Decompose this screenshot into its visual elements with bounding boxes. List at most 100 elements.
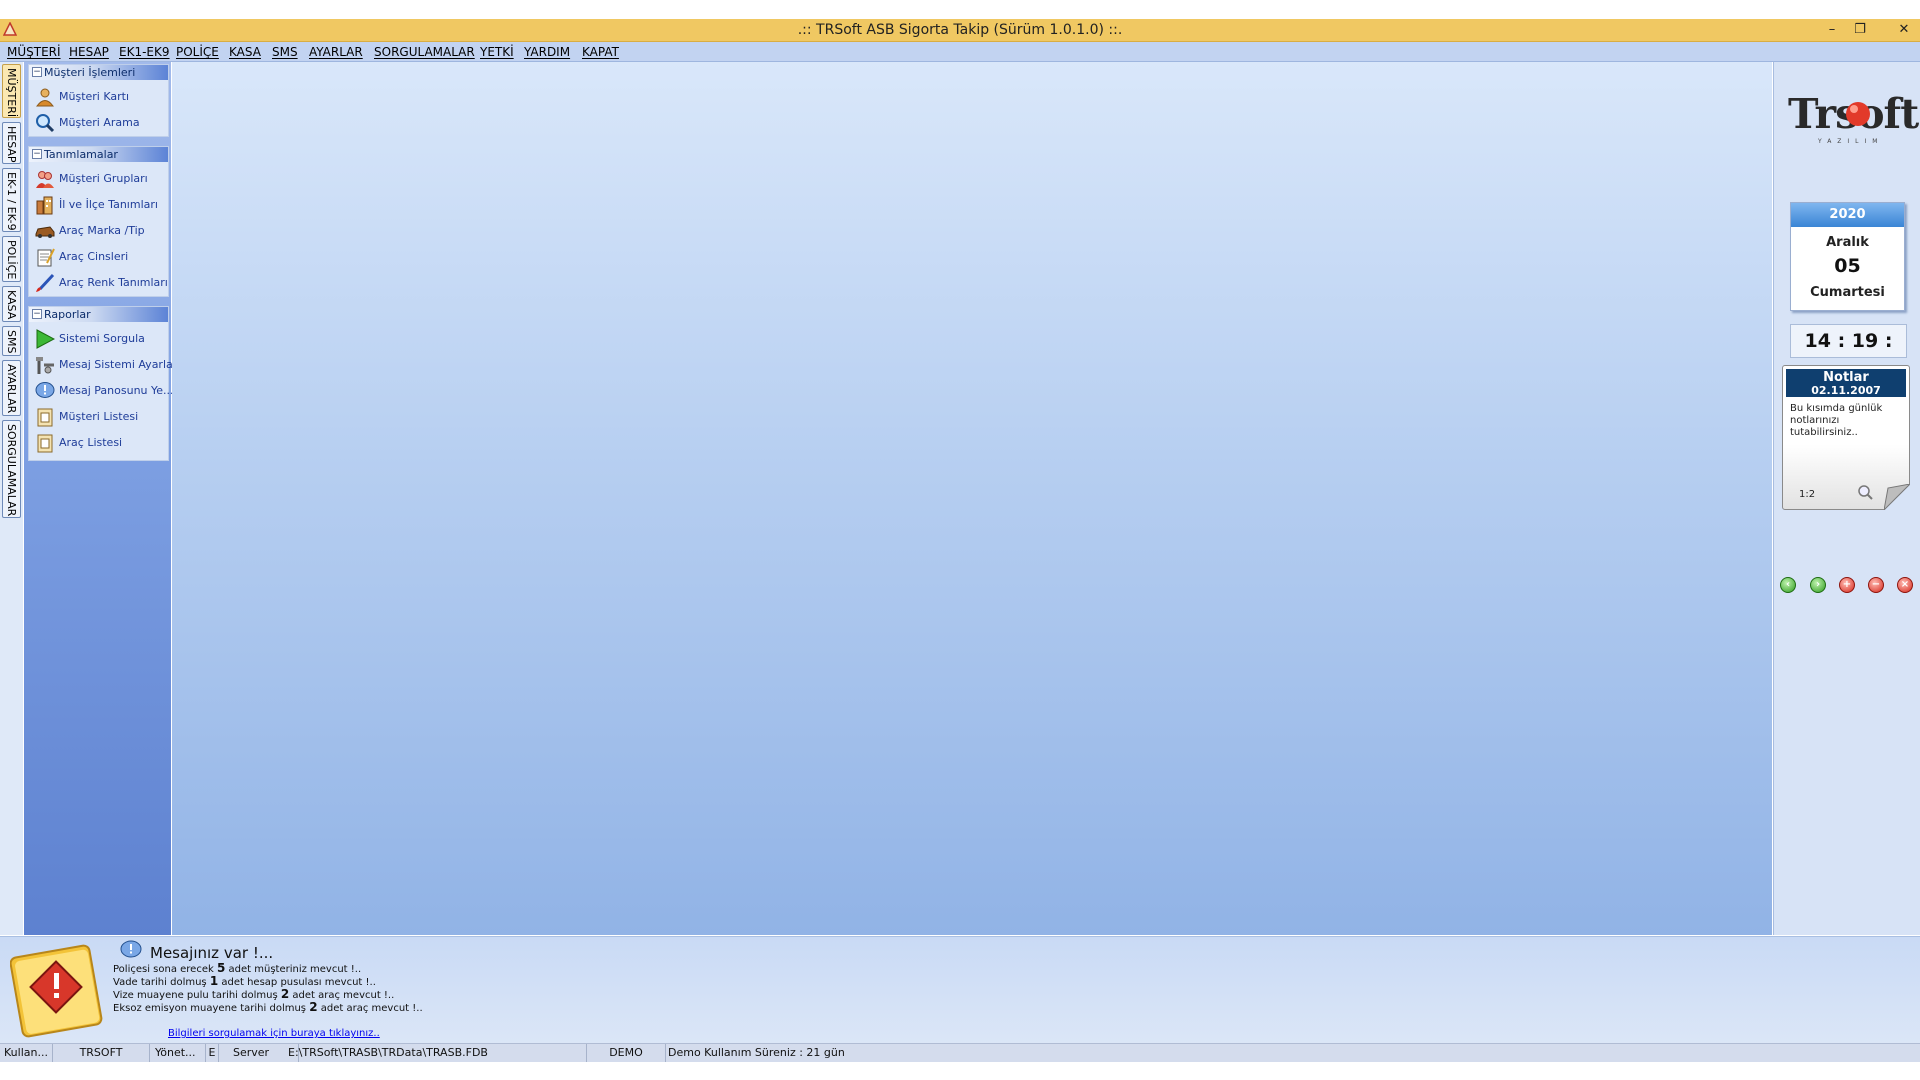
group-header[interactable]: − Müşteri İşlemleri <box>29 65 168 80</box>
nav-label: Araç Renk Tanımları <box>59 276 168 289</box>
vtab-kasa[interactable]: KASA <box>2 286 21 322</box>
menu-kapat[interactable]: KAPAT <box>582 45 619 59</box>
group-header[interactable]: − Tanımlamalar <box>29 147 168 162</box>
tools-icon <box>36 357 54 374</box>
paintbrush-icon <box>36 273 55 292</box>
vtab-label: KASA <box>5 290 18 320</box>
group-header[interactable]: − Raporlar <box>29 307 168 322</box>
vtab-label: SORGULAMALAR <box>5 424 18 517</box>
menu-ek1-ek9[interactable]: EK1-EK9 <box>119 45 170 59</box>
notepad-icon <box>37 248 55 267</box>
window-title: .:: TRSoft ASB Sigorta Takip (Sürüm 1.0.… <box>797 22 1123 38</box>
menu-bar: MÜŞTERİ HESAP EK1-EK9 POLİÇE KASA SMS AY… <box>0 42 1920 62</box>
message-panel: Mesajınız var !... Poliçesi sona erecek … <box>0 936 1920 1044</box>
calendar-month: Aralık <box>1826 235 1869 250</box>
vtab-police[interactable]: POLİÇE <box>2 236 21 282</box>
nav-il-ilce[interactable]: İl ve İlçe Tanımları <box>33 193 167 215</box>
notes-date: 02.11.2007 <box>1811 384 1881 397</box>
group-title: Raporlar <box>44 308 91 321</box>
nav-label: Mesaj Panosunu Ye... <box>59 384 174 397</box>
nav-label: Müşteri Kartı <box>59 90 130 103</box>
menu-kasa[interactable]: KASA <box>229 45 261 59</box>
menu-sorgulamalar[interactable]: SORGULAMALAR <box>374 45 475 59</box>
notes-delete-button[interactable]: × <box>1897 577 1913 593</box>
menu-yardim[interactable]: YARDIM <box>524 45 570 59</box>
group-tanimlamalar: − Tanımlamalar Müşteri Grupları İl ve İl… <box>28 146 169 297</box>
vtab-label: POLİÇE <box>5 240 18 280</box>
message-line: Eksoz emisyon muayene tarihi dolmuş 2 ad… <box>113 1000 423 1014</box>
button-glyph: + <box>1842 579 1852 590</box>
nav-musteri-karti[interactable]: Müşteri Kartı <box>33 85 167 107</box>
notes-widget: Notlar 02.11.2007 Bu kısımda günlük notl… <box>1782 365 1910 510</box>
notes-prev-button[interactable]: ‹ <box>1780 577 1796 593</box>
logo-subtitle: YAZILIM <box>1818 138 1884 145</box>
nav-musteri-arama[interactable]: Müşteri Arama <box>33 111 167 133</box>
nav-musteri-listesi[interactable]: Müşteri Listesi <box>33 405 167 427</box>
button-glyph: ‹ <box>1785 579 1791 590</box>
nav-arac-renk[interactable]: Araç Renk Tanımları <box>33 271 168 293</box>
nav-arac-marka-tip[interactable]: Araç Marka /Tip <box>33 219 167 241</box>
close-button[interactable]: ✕ <box>1890 20 1918 39</box>
nav-mesaj-sistemi-ayarlari[interactable]: Mesaj Sistemi Ayarları <box>33 353 180 375</box>
nav-musteri-gruplari[interactable]: Müşteri Grupları <box>33 167 167 189</box>
message-bubble-icon <box>35 382 55 398</box>
message-line: Poliçesi sona erecek 5 adet müşteriniz m… <box>113 961 361 975</box>
group-title: Müşteri İşlemleri <box>44 66 136 79</box>
nav-label: Müşteri Arama <box>59 116 140 129</box>
search-icon <box>36 114 55 133</box>
vtab-label: SMS <box>5 330 18 354</box>
restore-button[interactable]: ❐ <box>1846 20 1874 39</box>
calendar-day: 05 <box>1834 255 1861 277</box>
notes-page: 1:2 <box>1799 489 1816 500</box>
vtab-hesap[interactable]: HESAP <box>2 122 21 164</box>
menu-musteri[interactable]: MÜŞTERİ <box>7 45 61 59</box>
menu-hesap[interactable]: HESAP <box>69 45 109 59</box>
status-user-label: Kullan... <box>0 1044 53 1062</box>
nav-arac-cinsleri[interactable]: Araç Cinsleri <box>33 245 167 267</box>
status-bar: Kullan... TRSOFT Yönet... E Server E:\TR… <box>0 1043 1920 1062</box>
menu-sms[interactable]: SMS <box>272 45 298 59</box>
zoom-icon[interactable] <box>1857 484 1873 500</box>
nav-arac-listesi[interactable]: Araç Listesi <box>33 431 167 453</box>
vtab-sorgulamalar[interactable]: SORGULAMALAR <box>2 420 21 518</box>
notes-remove-button[interactable]: − <box>1868 577 1884 593</box>
nav-label: Araç Listesi <box>59 436 123 449</box>
message-text: adet araç mevcut !.. <box>317 1003 423 1014</box>
collapse-toggle[interactable]: − <box>32 67 42 77</box>
menu-ayarlar[interactable]: AYARLAR <box>309 45 363 59</box>
menu-yetki[interactable]: YETKİ <box>480 45 514 59</box>
vtab-label: MÜŞTERİ <box>5 68 18 118</box>
message-bubble-icon <box>120 940 142 958</box>
vtab-label: AYARLAR <box>5 364 18 414</box>
status-db-path: E:\TRSoft\TRASB\TRData\TRASB.FDB <box>288 1044 587 1062</box>
notes-body[interactable]: Bu kısımda günlük notlarınızı tutabilirs… <box>1790 403 1902 439</box>
car-icon <box>35 226 55 238</box>
collapse-toggle[interactable]: − <box>32 149 42 159</box>
play-icon <box>36 329 55 349</box>
status-server: Server <box>219 1044 299 1062</box>
user-group-icon <box>36 171 54 188</box>
status-flag: E <box>206 1044 219 1062</box>
vertical-tab-strip: MÜŞTERİ HESAP EK-1 / EK-9 POLİÇE KASA SM… <box>0 62 23 935</box>
query-details-link[interactable]: Bilgileri sorgulamak için buraya tıklayı… <box>168 1028 380 1039</box>
vtab-musteri[interactable]: MÜŞTERİ <box>2 64 21 118</box>
user-icon <box>36 88 54 107</box>
vtab-ayarlar[interactable]: AYARLAR <box>2 360 21 416</box>
vtab-ek1-ek9[interactable]: EK-1 / EK-9 <box>2 168 21 232</box>
logo-ball-icon <box>1846 102 1870 126</box>
nav-sistemi-sorgula[interactable]: Sistemi Sorgula <box>33 327 167 349</box>
nav-label: Müşteri Grupları <box>59 172 148 185</box>
notes-add-button[interactable]: + <box>1839 577 1855 593</box>
message-text: Eksoz emisyon muayene tarihi dolmuş <box>113 1003 310 1014</box>
title-bar: .:: TRSoft ASB Sigorta Takip (Sürüm 1.0.… <box>0 19 1920 42</box>
nav-label: Araç Marka /Tip <box>59 224 145 237</box>
menu-police[interactable]: POLİÇE <box>176 45 219 59</box>
report-icon <box>37 408 53 427</box>
nav-label: Sistemi Sorgula <box>59 332 145 345</box>
collapse-toggle[interactable]: − <box>32 309 42 319</box>
notes-next-button[interactable]: › <box>1810 577 1826 593</box>
minimize-button[interactable]: – <box>1818 20 1846 39</box>
vtab-sms[interactable]: SMS <box>2 326 21 356</box>
status-demo-period: Demo Kullanım Süreniz : 21 gün <box>668 1046 845 1059</box>
nav-mesaj-panosu[interactable]: Mesaj Panosunu Ye... <box>33 379 174 401</box>
